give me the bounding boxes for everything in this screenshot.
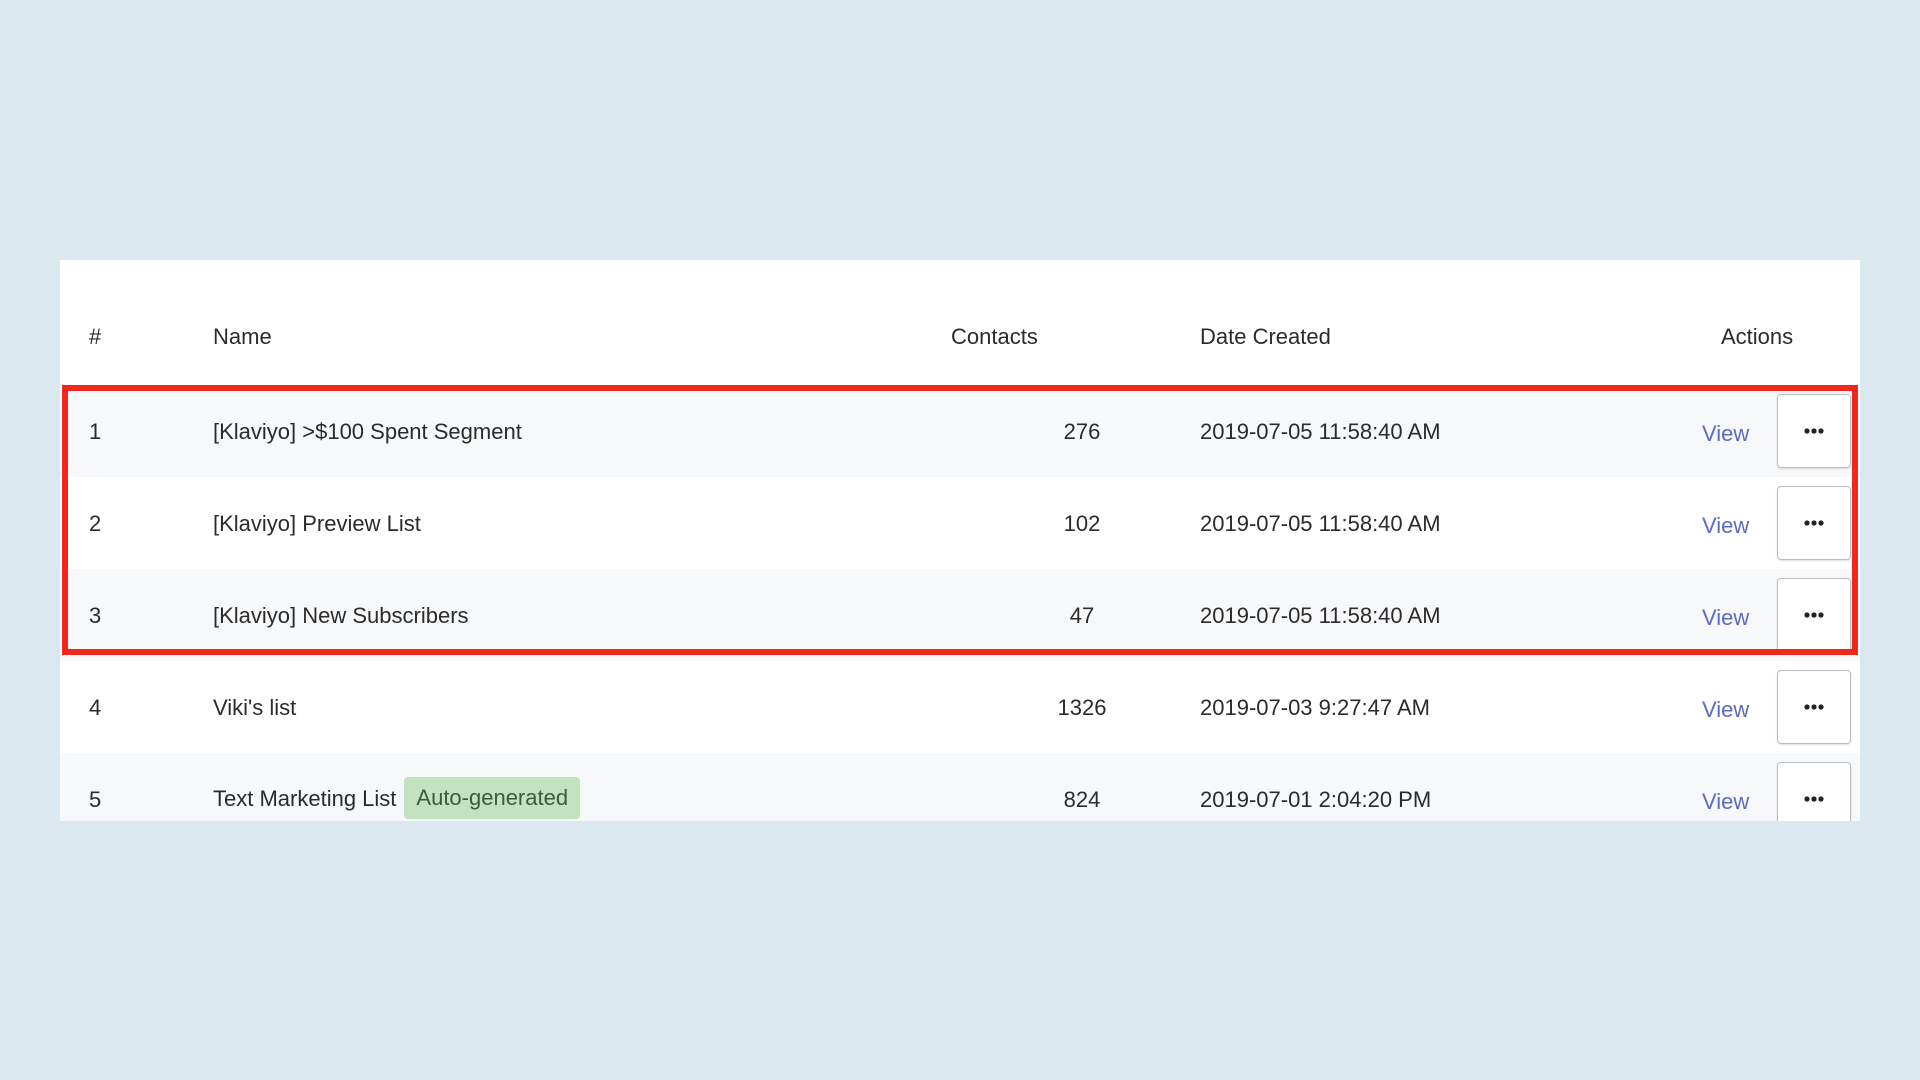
date-created: 2019-07-03 9:27:47 AM <box>1200 695 1430 720</box>
row-number: 5 <box>89 787 102 812</box>
date-created: 2019-07-05 11:58:40 AM <box>1200 511 1441 536</box>
column-header-date-created[interactable]: Date Created <box>1200 324 1331 350</box>
column-header-name[interactable]: Name <box>213 324 272 350</box>
table-row: 5 Text Marketing List Auto-generated 824 … <box>60 753 1860 821</box>
list-name: Viki's list <box>213 695 297 720</box>
date-created: 2019-07-05 11:58:40 AM <box>1200 419 1441 444</box>
more-actions-button[interactable] <box>1777 486 1851 560</box>
ellipsis-icon <box>1804 520 1824 526</box>
list-name: Text Marketing List <box>213 785 397 811</box>
row-number: 4 <box>89 695 102 720</box>
auto-generated-badge: Auto-generated <box>404 777 581 819</box>
list-name: [Klaviyo] Preview List <box>213 511 421 536</box>
lists-table: # Name Contacts Date Created Actions 1 [… <box>60 260 1860 821</box>
table-row: 4 Viki's list 1326 2019-07-03 9:27:47 AM… <box>60 661 1860 753</box>
column-header-actions: Actions <box>1721 324 1794 349</box>
date-created: 2019-07-05 11:58:40 AM <box>1200 603 1441 628</box>
list-name: [Klaviyo] >$100 Spent Segment <box>213 419 522 444</box>
list-name-cell: Text Marketing List Auto-generated <box>213 777 581 821</box>
contacts-count: 102 <box>1063 511 1101 536</box>
row-number: 1 <box>89 419 102 444</box>
contacts-count: 276 <box>1063 419 1101 444</box>
view-link[interactable]: View <box>1702 421 1749 447</box>
more-actions-button[interactable] <box>1777 762 1851 821</box>
row-number: 2 <box>89 511 102 536</box>
table-header: # Name Contacts Date Created Actions <box>60 260 1860 385</box>
column-header-contacts[interactable]: Contacts <box>951 324 1038 350</box>
ellipsis-icon <box>1804 704 1824 710</box>
view-link[interactable]: View <box>1702 697 1749 723</box>
table-row: 2 [Klaviyo] Preview List 102 2019-07-05 … <box>60 477 1860 569</box>
ellipsis-icon <box>1804 428 1824 434</box>
contacts-count: 824 <box>1063 787 1101 812</box>
ellipsis-icon <box>1804 612 1824 618</box>
contacts-count: 1326 <box>1057 695 1107 720</box>
row-number: 3 <box>89 603 102 628</box>
more-actions-button[interactable] <box>1777 578 1851 652</box>
view-link[interactable]: View <box>1702 789 1749 815</box>
contacts-count: 47 <box>1069 603 1095 628</box>
list-name: [Klaviyo] New Subscribers <box>213 603 469 628</box>
table-row: 1 [Klaviyo] >$100 Spent Segment 276 2019… <box>60 385 1860 477</box>
table-row: 3 [Klaviyo] New Subscribers 47 2019-07-0… <box>60 569 1860 661</box>
date-created: 2019-07-01 2:04:20 PM <box>1200 787 1432 812</box>
more-actions-button[interactable] <box>1777 394 1851 468</box>
column-header-number: # <box>89 324 102 349</box>
view-link[interactable]: View <box>1702 605 1749 631</box>
view-link[interactable]: View <box>1702 513 1749 539</box>
ellipsis-icon <box>1804 796 1824 802</box>
more-actions-button[interactable] <box>1777 670 1851 744</box>
